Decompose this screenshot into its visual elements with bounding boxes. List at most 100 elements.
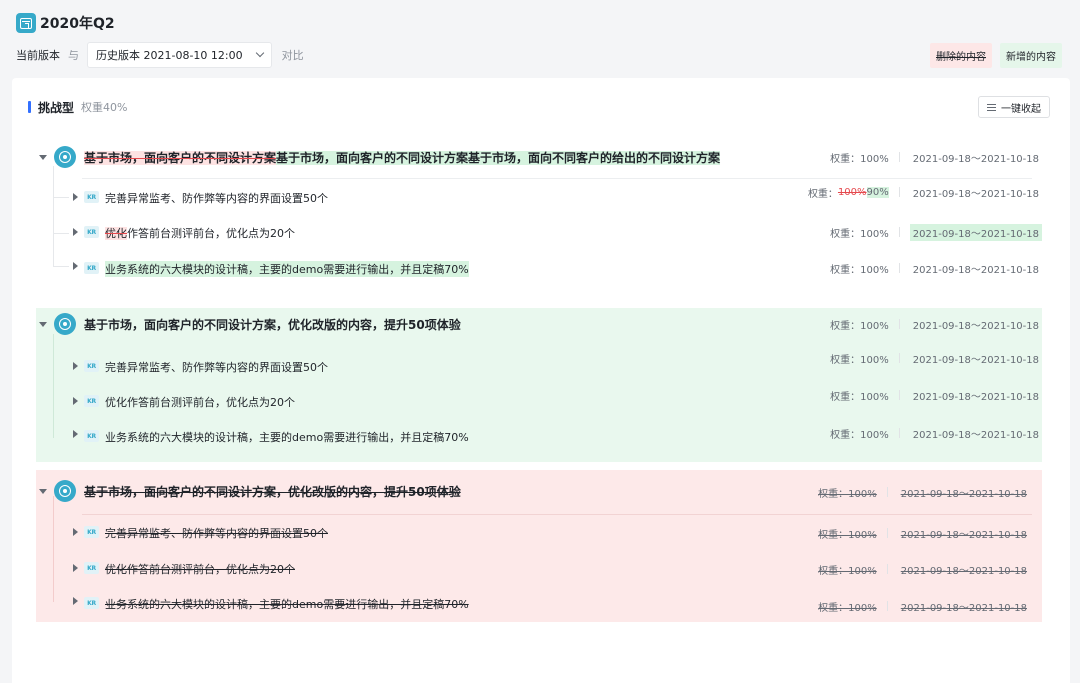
collapse-all-button[interactable]: 一键收起 <box>978 96 1050 118</box>
weight-value: 权重：100% <box>830 228 889 240</box>
caret-right-icon[interactable] <box>73 597 78 605</box>
kr-badge: KR <box>84 191 99 203</box>
caret-right-icon[interactable] <box>73 564 78 572</box>
caret-right-icon[interactable] <box>73 193 78 201</box>
kr-meta: 权重：100% 2021-09-18～2021-10-18 <box>830 385 1042 405</box>
section-weight: 权重40% <box>81 101 128 114</box>
caret-right-icon[interactable] <box>73 228 78 236</box>
kr-title: 完善异常监考、防作弊等内容的界面设置50个 <box>105 361 328 374</box>
kr-row[interactable]: KR 完善异常监考、防作弊等内容的界面设置50个 权重：100% 2021-09… <box>36 353 1042 376</box>
deleted-text: 基于市场，面向客户的不同设计方案 <box>84 151 277 165</box>
kr-row[interactable]: KR 完善异常监考、防作弊等内容的界面设置50个 权重： 100% 90% 2021… <box>36 186 1042 207</box>
kr-badge: KR <box>84 395 99 407</box>
caret-down-icon[interactable] <box>39 155 47 160</box>
kr-title: 业务系统的六大模块的设计稿，主要的demo需要进行输出，并且定稿70% <box>105 431 469 444</box>
objective-meta: 权重：100% 2021-09-18～2021-10-18 <box>830 147 1042 167</box>
with-label: 与 <box>68 49 79 62</box>
objective-meta: 权重：100% 2021-09-18～2021-10-18 <box>830 314 1042 334</box>
kr-meta: 权重：100% 2021-09-18～2021-10-18 <box>830 348 1042 368</box>
caret-down-icon[interactable] <box>39 489 47 494</box>
date-range: 2021-09-18～2021-10-18 <box>900 529 1027 541</box>
kr-title: 优化作答前台测评前台，优化点为20个 <box>105 396 295 409</box>
kr-badge: KR <box>84 360 99 372</box>
weight-value: 权重：100% <box>830 320 889 332</box>
kr-row[interactable]: KR 业务系统的六大模块的设计稿，主要的demo需要进行输出，并且定稿70% 权… <box>36 593 1042 616</box>
kr-title: 优化作答前台测评前台，优化点为20个 <box>105 227 295 240</box>
date-range: 2021-09-18～2021-10-18 <box>912 320 1039 332</box>
weight-value: 权重：100% <box>830 153 889 165</box>
kr-badge: KR <box>84 526 99 538</box>
weight-new-value: 90% <box>866 186 889 198</box>
section-title: 挑战型 <box>38 100 75 115</box>
section-header: 挑战型 权重40% <box>28 98 127 116</box>
objective-title: 基于市场，面向客户的不同设计方案，优化改版的内容，提升50项体验 <box>84 485 461 499</box>
date-range: 2021-09-18～2021-10-18 <box>912 153 1039 165</box>
tree-line <box>53 166 54 266</box>
weight-value: 权重：100% <box>830 429 889 441</box>
weight-value: 权重：100% <box>830 391 889 403</box>
weight-old-value: 100% <box>837 186 867 198</box>
list-icon <box>987 103 996 111</box>
objective-meta: 权重：100% 2021-09-18～2021-10-18 <box>818 482 1030 502</box>
legend-added: 新增的内容 <box>1000 43 1062 68</box>
deleted-text: 优化 <box>105 227 127 240</box>
kr-badge: KR <box>84 562 99 574</box>
objective-title: 基于市场，面向客户的不同设计方案基于市场，面向客户的不同设计方案基于市场，面向不… <box>84 149 721 166</box>
target-icon <box>54 146 76 168</box>
kr-badge: KR <box>84 430 99 442</box>
date-range: 2021-09-18～2021-10-18 <box>912 264 1039 276</box>
weight-value: 权重：100% <box>830 354 889 366</box>
weight-value: 权重：100% <box>818 488 877 500</box>
kr-meta: 权重：100% 2021-09-18～2021-10-18 <box>818 523 1030 543</box>
date-range: 2021-09-18～2021-10-18 <box>909 223 1042 241</box>
kr-badge: KR <box>84 262 99 274</box>
weight-value: 权重：100% <box>818 565 877 577</box>
history-version-value: 历史版本 2021-08-10 12:00 <box>96 49 243 62</box>
kr-title: 优化作答前台测评前台，优化点为20个 <box>105 563 295 576</box>
kr-meta: 权重：100% 2021-09-18～2021-10-18 <box>830 423 1042 443</box>
objective-title: 基于市场，面向客户的不同设计方案，优化改版的内容，提升50项体验 <box>84 318 461 332</box>
kr-title: 完善异常监考、防作弊等内容的界面设置50个 <box>105 192 328 205</box>
date-range: 2021-09-18～2021-10-18 <box>900 565 1027 577</box>
objective-row[interactable]: 基于市场，面向客户的不同设计方案，优化改版的内容，提升50项体验 权重：100%… <box>36 311 1042 337</box>
calendar-icon <box>16 13 36 33</box>
weight-value: 权重：100% <box>818 529 877 541</box>
caret-right-icon[interactable] <box>73 262 78 270</box>
target-icon <box>54 313 76 335</box>
objective-row[interactable]: 基于市场，面向客户的不同设计方案基于市场，面向客户的不同设计方案基于市场，面向不… <box>36 144 1042 170</box>
diff-legend: 删除的内容 新增的内容 <box>930 43 1062 68</box>
caret-down-icon[interactable] <box>39 322 47 327</box>
caret-right-icon[interactable] <box>73 430 78 438</box>
caret-right-icon[interactable] <box>73 362 78 370</box>
date-range: 2021-09-18～2021-10-18 <box>900 602 1027 614</box>
kr-row[interactable]: KR 业务系统的六大模块的设计稿，主要的demo需要进行输出，并且定稿70% 权… <box>36 426 1042 446</box>
page-header: 2020年Q2 <box>16 12 115 34</box>
caret-right-icon[interactable] <box>73 528 78 536</box>
kr-title: 完善异常监考、防作弊等内容的界面设置50个 <box>105 527 328 540</box>
kr-meta: 权重：100% 2021-09-18～2021-10-18 <box>830 258 1042 278</box>
kr-row[interactable]: KR 完善异常监考、防作弊等内容的界面设置50个 权重：100% 2021-09… <box>36 522 1042 542</box>
kr-row[interactable]: KR 优化作答前台测评前台，优化点为20个 权重：100% 2021-09-18… <box>36 222 1042 242</box>
current-version-label: 当前版本 <box>16 49 60 62</box>
okr-card: 挑战型 权重40% 一键收起 基于市场，面向客户的不同设计方案基于市场，面向客户… <box>12 78 1070 683</box>
date-range: 2021-09-18～2021-10-18 <box>912 354 1039 366</box>
weight-value: 权重：100% <box>830 264 889 276</box>
kr-meta: 权重：100% 2021-09-18～2021-10-18 <box>818 596 1030 616</box>
kr-badge: KR <box>84 226 99 238</box>
kr-row[interactable]: KR 业务系统的六大模块的设计稿，主要的demo需要进行输出，并且定稿70% 权… <box>36 258 1042 278</box>
chevron-down-icon <box>255 48 264 58</box>
objective-group-removed: 基于市场，面向客户的不同设计方案，优化改版的内容，提升50项体验 权重：100%… <box>36 470 1042 622</box>
kr-badge: KR <box>84 597 99 609</box>
compare-button[interactable]: 对比 <box>282 47 304 63</box>
history-version-select[interactable]: 历史版本 2021-08-10 12:00 <box>87 42 272 68</box>
section-accent-bar <box>28 101 31 113</box>
date-range: 2021-09-18～2021-10-18 <box>912 188 1039 200</box>
objective-divider <box>82 178 1032 179</box>
date-range: 2021-09-18～2021-10-18 <box>912 391 1039 403</box>
kr-row[interactable]: KR 优化作答前台测评前台，优化点为20个 权重：100% 2021-09-18… <box>36 390 1042 411</box>
kr-row[interactable]: KR 优化作答前台测评前台，优化点为20个 权重：100% 2021-09-18… <box>36 558 1042 578</box>
objective-row[interactable]: 基于市场，面向客户的不同设计方案，优化改版的内容，提升50项体验 权重：100%… <box>36 478 1042 504</box>
kr-meta: 权重： 100% 90% 2021-09-18～2021-10-18 <box>808 182 1042 202</box>
caret-right-icon[interactable] <box>73 397 78 405</box>
version-compare-toolbar: 当前版本 与 历史版本 2021-08-10 12:00 对比 <box>16 42 304 68</box>
